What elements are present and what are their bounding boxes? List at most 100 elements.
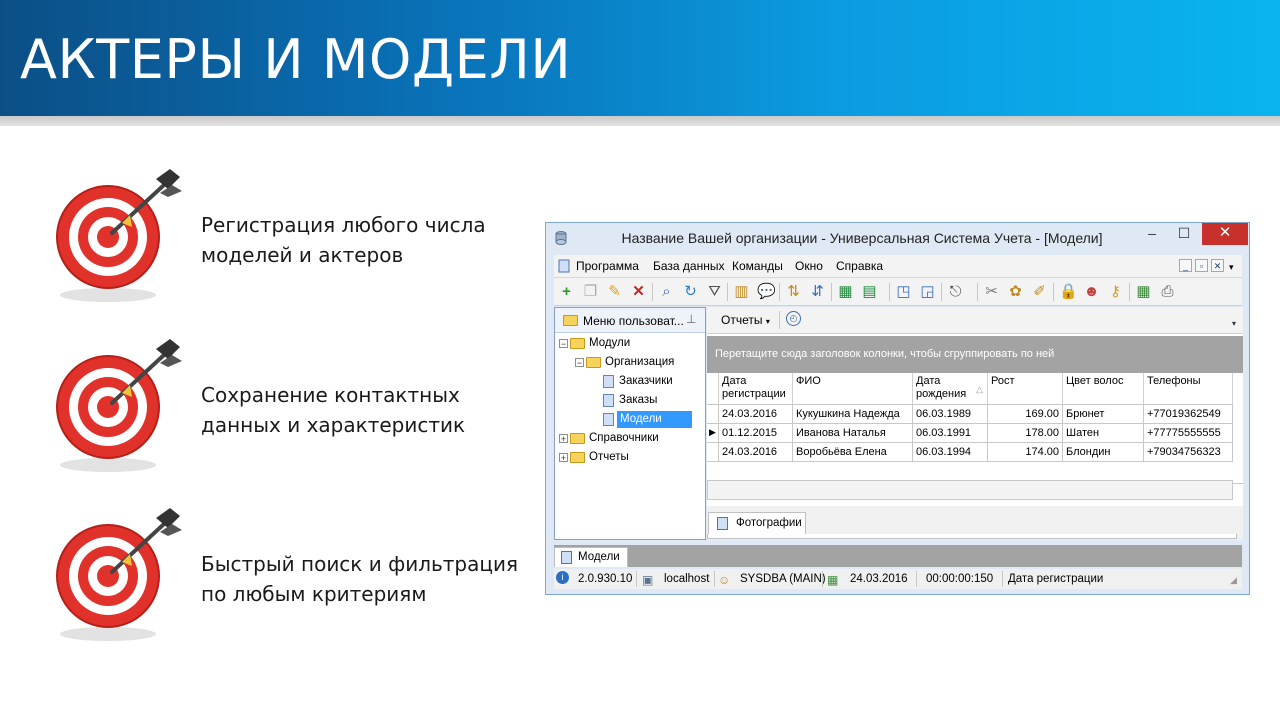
mdi-minimize-button[interactable]: _	[1179, 259, 1192, 272]
search-icon[interactable]: ⌕	[658, 283, 675, 300]
cell-full-name[interactable]: Иванова Наталья	[793, 424, 913, 443]
edit-pencil-icon[interactable]: ✎	[606, 283, 623, 300]
sort-asc-icon[interactable]: ⇅	[785, 283, 802, 300]
clock-icon[interactable]: ◴	[786, 311, 801, 326]
column-header-birth-date[interactable]: Дата рождения △	[913, 373, 988, 405]
dartboard-icon	[56, 339, 182, 472]
toolbar-separator	[889, 283, 890, 301]
filter-icon[interactable]: ⛛	[706, 283, 723, 300]
menu-commands[interactable]: Команды	[732, 259, 783, 273]
delete-icon[interactable]: ✕	[630, 283, 647, 300]
column-header-phones[interactable]: Телефоны	[1144, 373, 1233, 405]
sort-desc-icon[interactable]: ⇵	[809, 283, 826, 300]
tools-icon[interactable]: ✂	[983, 283, 1000, 300]
tree-item-orders[interactable]: Заказы	[619, 394, 657, 406]
menu-overflow-icon[interactable]: ▾	[1229, 262, 1234, 273]
cell-birth-date[interactable]: 06.03.1994	[913, 443, 988, 462]
print-icon[interactable]: ⎙	[1159, 283, 1176, 300]
exit-icon[interactable]: ⎋	[947, 283, 964, 300]
toolbar-separator	[977, 283, 978, 301]
close-button[interactable]: ✕	[1202, 223, 1248, 245]
cell-registration-date[interactable]: 24.03.2016	[719, 443, 793, 462]
cell-full-name[interactable]: Воробьёва Елена	[793, 443, 913, 462]
cell-phone[interactable]: +77019362549	[1144, 405, 1233, 424]
minimize-button[interactable]: –	[1138, 223, 1166, 245]
cell-birth-date[interactable]: 06.03.1991	[913, 424, 988, 443]
mdi-close-button[interactable]: ✕	[1211, 259, 1224, 272]
refresh-icon[interactable]: ↻	[682, 283, 699, 300]
row-indicator[interactable]	[707, 405, 719, 424]
row-indicator[interactable]	[707, 443, 719, 462]
header-line: Рост	[991, 375, 1015, 387]
cell-height[interactable]: 174.00	[988, 443, 1063, 462]
user-menu-header[interactable]: Меню пользоват... ⊥	[555, 308, 705, 333]
maximize-button[interactable]: ☐	[1170, 223, 1198, 245]
app-window: Название Вашей организации - Универсальн…	[545, 222, 1250, 595]
collapse-icon[interactable]: −	[575, 358, 584, 368]
menu-program[interactable]: Программа	[576, 259, 639, 273]
group-by-area[interactable]: Перетащите сюда заголовок колонки, чтобы…	[707, 336, 1243, 373]
cell-registration-date[interactable]: 01.12.2015	[719, 424, 793, 443]
toolbar-overflow-icon[interactable]: ▾	[1232, 319, 1236, 328]
toolbar-separator	[779, 283, 780, 301]
collapse-icon[interactable]: −	[559, 339, 568, 349]
expand-icon[interactable]: +	[559, 453, 568, 463]
calendar-icon[interactable]: ▦	[1135, 283, 1152, 300]
lock-icon[interactable]: 🔒	[1059, 283, 1078, 300]
cell-full-name[interactable]: Кукушкина Надежда	[793, 405, 913, 424]
column-header-registration-date[interactable]: Дата регистрации	[719, 373, 793, 405]
column-header-full-name[interactable]: ФИО	[793, 373, 913, 405]
settings-icon[interactable]: ✐	[1031, 283, 1048, 300]
bullet-line: Регистрация любого числа	[201, 213, 486, 237]
tree-item-modules[interactable]: Модули	[589, 337, 630, 349]
cell-registration-date[interactable]: 24.03.2016	[719, 405, 793, 424]
menu-window[interactable]: Окно	[795, 259, 823, 273]
menu-database[interactable]: База данных	[653, 259, 724, 273]
document-icon	[717, 517, 728, 530]
cell-hair-color[interactable]: Шатен	[1063, 424, 1144, 443]
tree-item-customers[interactable]: Заказчики	[619, 375, 673, 387]
pin-icon[interactable]: ⊥	[686, 312, 696, 326]
status-time: 00:00:00:150	[926, 573, 994, 585]
toolbar-separator	[727, 283, 728, 301]
expand-icon[interactable]: +	[559, 434, 568, 444]
column-header-hair-color[interactable]: Цвет волос	[1063, 373, 1144, 405]
palette-icon[interactable]: ✿	[1007, 283, 1024, 300]
import-excel-icon[interactable]: ▤	[861, 283, 878, 300]
tree-item-references[interactable]: Справочники	[589, 432, 659, 444]
mdi-restore-button[interactable]: ▫	[1195, 259, 1208, 272]
slide-title: АКТЕРЫ И МОДЕЛИ	[20, 28, 572, 91]
cell-hair-color[interactable]: Брюнет	[1063, 405, 1144, 424]
title-banner: АКТЕРЫ И МОДЕЛИ	[0, 0, 1280, 116]
user-key-icon[interactable]: ⚷	[1107, 283, 1124, 300]
status-user: SYSDBA (MAIN)	[740, 573, 826, 585]
comment-icon[interactable]: 💬	[757, 283, 776, 300]
window-titlebar[interactable]: Название Вашей организации - Универсальн…	[546, 223, 1249, 253]
close-window-icon[interactable]: ◲	[919, 283, 936, 300]
menu-help[interactable]: Справка	[836, 259, 883, 273]
chart-icon[interactable]: ▥	[733, 283, 750, 300]
tab-photos[interactable]: Фотографии	[708, 512, 806, 534]
new-window-icon[interactable]: ◳	[895, 283, 912, 300]
resize-grip-icon[interactable]: ◢	[1230, 575, 1237, 586]
current-row-indicator-icon[interactable]: ▶	[707, 424, 719, 443]
add-icon[interactable]: +	[558, 283, 575, 300]
cell-hair-color[interactable]: Блондин	[1063, 443, 1144, 462]
column-header-height[interactable]: Рост	[988, 373, 1063, 405]
tree-item-reports[interactable]: Отчеты	[589, 451, 629, 463]
export-excel-icon[interactable]: ▦	[837, 283, 854, 300]
cell-height[interactable]: 178.00	[988, 424, 1063, 443]
toolbar-separator	[1129, 283, 1130, 301]
cell-phone[interactable]: +79034756323	[1144, 443, 1233, 462]
tab-models[interactable]: Модели	[554, 547, 628, 567]
header-line: Дата	[722, 375, 747, 387]
cell-birth-date[interactable]: 06.03.1989	[913, 405, 988, 424]
users-icon[interactable]: ☻	[1083, 283, 1100, 300]
reports-dropdown-button[interactable]: Отчеты ▾	[721, 313, 770, 327]
cell-height[interactable]: 169.00	[988, 405, 1063, 424]
copy-icon[interactable]: ❐	[582, 283, 599, 300]
cell-phone[interactable]: +77775555555	[1144, 424, 1233, 443]
folder-open-icon	[586, 357, 601, 368]
tree-item-models[interactable]: Модели	[620, 413, 662, 425]
tree-item-organization[interactable]: Организация	[605, 356, 674, 368]
